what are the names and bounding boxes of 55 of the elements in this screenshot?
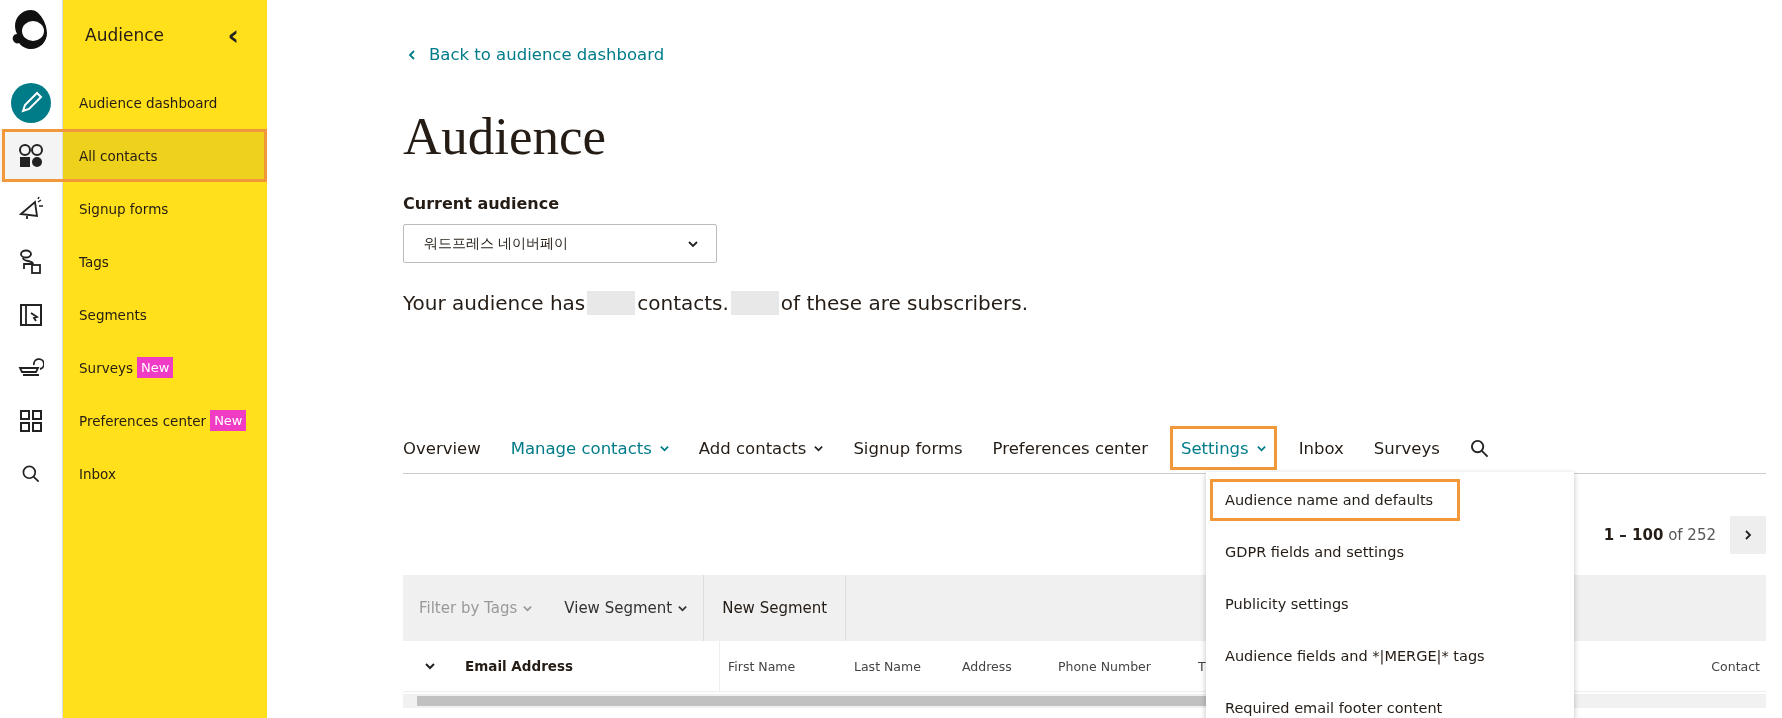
people-icon (18, 142, 44, 169)
audience-summary: Your audience has contacts. of these are subscribers. (403, 290, 1029, 317)
column-header: First Name (727, 658, 797, 674)
toolbar-dropdown[interactable]: View Segment (548, 575, 704, 641)
nav-tab[interactable]: Preferences center (984, 426, 1156, 470)
sidebar-item[interactable]: Surveys New (63, 341, 267, 394)
chevron-down-icon (678, 603, 688, 613)
flow-icon (18, 248, 44, 275)
nav-tab[interactable]: Overview (403, 426, 489, 470)
column-header: Address (961, 658, 1013, 674)
field-label: Current audience (403, 194, 561, 213)
column-header: Last Name (853, 658, 922, 674)
sidebar-item[interactable]: Tags (63, 235, 267, 288)
caret-icon[interactable] (425, 661, 435, 671)
chevron-down-icon (814, 443, 824, 453)
megaphone-icon (18, 195, 44, 222)
window-cursor-icon (18, 301, 44, 328)
panel-title: Audience (85, 25, 164, 45)
menu-item[interactable]: GDPR fields and settings (1210, 531, 1419, 573)
pencil-icon (11, 82, 51, 123)
nav-tab[interactable]: Inbox (1290, 426, 1352, 470)
chevron-down-icon (659, 443, 669, 453)
chevron-left-icon (407, 49, 417, 60)
nav-tab[interactable]: Signup forms (845, 426, 971, 470)
sidebar-item[interactable]: Segments (63, 288, 267, 341)
sidebar-item[interactable]: Inbox (63, 447, 267, 500)
new-badge: New (137, 357, 174, 378)
chevron-down-icon (688, 238, 698, 249)
new-segment-button[interactable]: New Segment (703, 575, 847, 641)
menu-item[interactable]: Audience fields and *|MERGE|* tags (1210, 635, 1500, 677)
grid-icon (18, 407, 44, 434)
pagination-text: 1 – 100 of 252 (1603, 526, 1716, 544)
menu-item[interactable]: Publicity settings (1210, 583, 1364, 625)
nav-tab[interactable]: Settings (1170, 426, 1277, 470)
column-header: Phone Number (1057, 658, 1152, 674)
menu-item[interactable]: Audience name and defaults (1210, 479, 1461, 521)
column-header: T (1197, 658, 1207, 674)
chevron-down-icon (523, 603, 533, 613)
chevron-down-icon (1256, 443, 1266, 453)
sidebar-item[interactable]: Audience dashboard (63, 76, 267, 129)
page-title: Audience (403, 106, 608, 166)
chevron-right-icon (1743, 530, 1753, 540)
nav-tab[interactable]: Surveys (1365, 426, 1448, 470)
column-header: Contact (1710, 658, 1761, 674)
audience-select[interactable]: 워드프레스 네이버페이 (403, 224, 717, 263)
nav-tab[interactable]: Manage contacts (502, 426, 677, 470)
collapse-button[interactable]: ‹ (227, 18, 239, 52)
column-header: Email Address (457, 641, 720, 691)
back-link[interactable]: Back to audience dashboard (403, 45, 665, 64)
sidebar-item[interactable]: Preferences center New (63, 394, 267, 447)
nav-tab[interactable]: Add contacts (690, 426, 832, 470)
sidebar-item[interactable]: Signup forms (63, 182, 267, 235)
menu-item[interactable]: Required email footer content (1210, 687, 1458, 718)
search-icon (1469, 438, 1489, 458)
new-badge: New (210, 410, 247, 431)
